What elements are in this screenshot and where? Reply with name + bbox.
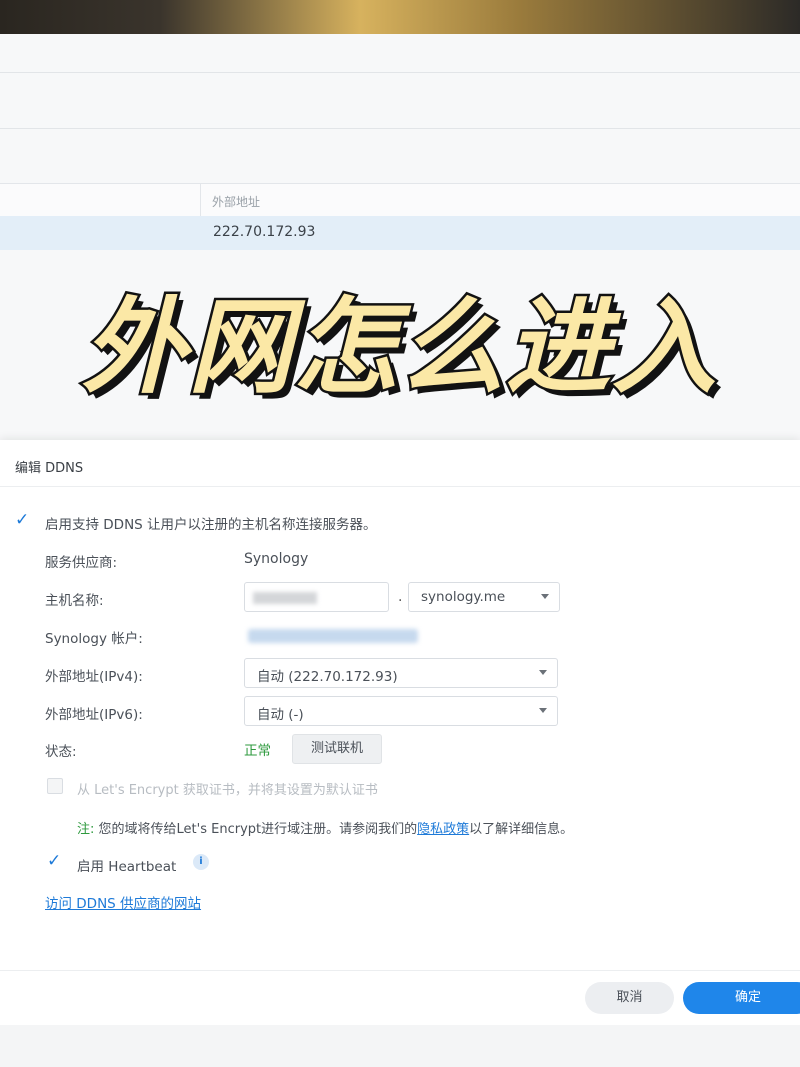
background-divider [0, 128, 800, 129]
dialog-title-divider [0, 486, 800, 487]
letsencrypt-label: 从 Let's Encrypt 获取证书，并将其设置为默认证书 [77, 783, 378, 798]
table-row[interactable]: 222.70.172.93 [0, 216, 800, 250]
ipv6-select-value: 自动 (-) [257, 707, 304, 723]
external-address-cell: 222.70.172.93 [213, 224, 316, 240]
note-prefix: 注: [77, 822, 95, 837]
column-header-external-address: 外部地址 [212, 195, 261, 209]
ok-button[interactable]: 确定 [683, 982, 800, 1014]
provider-label: 服务供应商: [45, 555, 118, 571]
overlay-title: 外网怎么进入 [79, 284, 718, 411]
hostname-input[interactable] [244, 582, 389, 612]
chevron-down-icon [539, 670, 547, 675]
ipv6-select[interactable]: 自动 (-) [244, 696, 558, 726]
ipv4-label: 外部地址(IPv4): [45, 669, 143, 685]
domain-select[interactable]: synology.me [408, 582, 560, 612]
heartbeat-checkbox[interactable]: ✓ [47, 853, 61, 870]
redacted-account [248, 629, 418, 643]
photo-background-strip [0, 0, 800, 34]
edit-ddns-dialog: 编辑 DDNS ✓ 启用支持 DDNS 让用户以注册的主机名称连接服务器。 服务… [0, 440, 800, 1025]
column-divider [200, 184, 201, 217]
chevron-down-icon [541, 594, 549, 599]
enable-ddns-label: 启用支持 DDNS 让用户以注册的主机名称连接服务器。 [45, 517, 377, 533]
domain-select-value: synology.me [421, 589, 506, 605]
privacy-policy-link[interactable]: 隐私政策 [417, 822, 469, 837]
note-suffix: 以了解详细信息。 [469, 822, 574, 837]
test-connection-button[interactable]: 测试联机 [292, 734, 382, 764]
hostname-separator: . [398, 589, 403, 605]
background-divider [0, 72, 800, 73]
letsencrypt-checkbox [47, 778, 63, 794]
hostname-label: 主机名称: [45, 593, 104, 609]
background-table-header: 外部地址 [0, 183, 800, 218]
cancel-button[interactable]: 取消 [585, 982, 674, 1014]
provider-value: Synology [244, 551, 309, 567]
synology-account-label: Synology 帐户: [45, 631, 143, 647]
footer-divider [0, 970, 800, 971]
visit-ddns-provider-link[interactable]: 访问 DDNS 供应商的网站 [45, 892, 201, 912]
chevron-down-icon [539, 708, 547, 713]
info-icon[interactable]: i [193, 854, 209, 870]
ipv4-select[interactable]: 自动 (222.70.172.93) [244, 658, 558, 688]
enable-ddns-checkbox[interactable]: ✓ [15, 512, 29, 529]
privacy-note: 注: 您的域将传给Let's Encrypt进行域注册。请参阅我们的隐私政策以了… [77, 818, 573, 837]
dialog-title: 编辑 DDNS [15, 461, 84, 476]
note-text: 您的域将传给Let's Encrypt进行域注册。请参阅我们的 [98, 822, 418, 837]
redacted-hostname [253, 592, 317, 604]
page-bottom-background [0, 1025, 800, 1067]
status-value: 正常 [244, 743, 271, 759]
ipv4-select-value: 自动 (222.70.172.93) [257, 669, 398, 685]
ipv6-label: 外部地址(IPv6): [45, 707, 143, 723]
status-label: 状态: [45, 744, 77, 760]
heartbeat-label: 启用 Heartbeat [77, 859, 177, 875]
